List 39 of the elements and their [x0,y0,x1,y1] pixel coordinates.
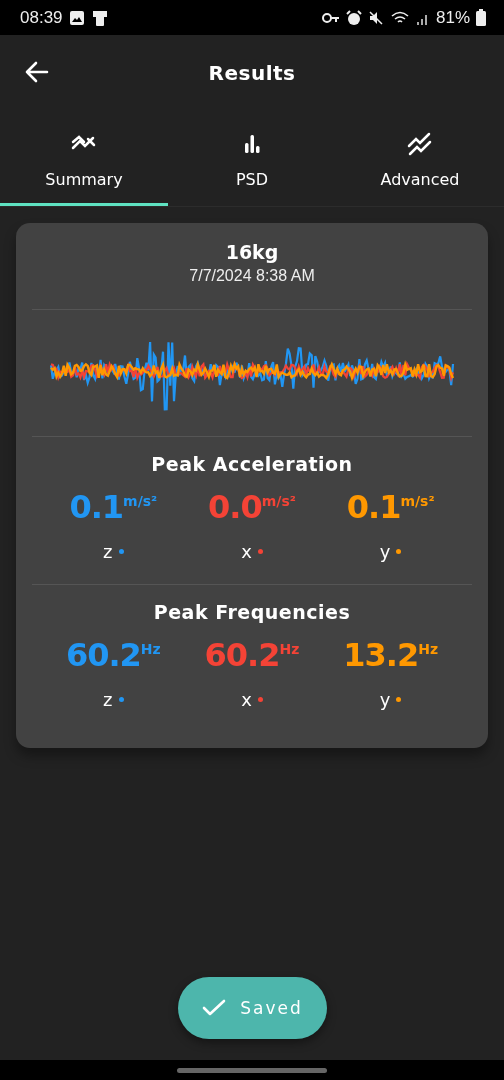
key-icon [321,11,340,24]
unit-label: Hz [418,641,439,657]
zigzag-icon [406,130,434,158]
reading-value: 60.2 [65,635,141,675]
alarm-icon [345,9,362,26]
card-title: 16kg [225,241,279,263]
axis-label: z [103,541,113,562]
reading-value: 0.1 [69,487,124,527]
unit-label: Hz [140,641,161,657]
tab[interactable]: PSD [168,110,336,206]
axis-label: y [379,689,391,710]
unit-label: m/s² [261,493,296,509]
mute-icon [367,9,384,26]
battery-percent: 81% [435,7,470,28]
back-button[interactable] [24,59,50,85]
reading-value: 0.0 [208,487,262,527]
unit-label: m/s² [400,493,435,509]
tab[interactable]: Summary [0,110,168,206]
timestamp: 7/7/2024 8:38 AM [189,267,315,285]
back-arrow-icon [24,59,50,85]
home-handle[interactable] [177,1068,327,1073]
reading-value: 60.2 [204,635,280,675]
section-title: Peak Frequencies [153,601,351,623]
section-title: Peak Acceleration [151,453,353,475]
unit-label: m/s² [123,493,158,509]
axis-label: x [241,541,252,562]
axis-label: z [103,689,113,710]
page-title: Results [208,60,296,85]
phone-icon [90,8,109,27]
reading-value: 13.2 [343,635,419,675]
axis-label: x [241,689,252,710]
axis-label: y [379,541,391,562]
status-time: 08:39 [20,7,63,28]
image-icon [68,9,85,26]
unit-label: Hz [279,641,300,657]
battery-icon [476,9,486,26]
tab[interactable]: Advanced [336,110,504,206]
checkmark-icon [202,999,227,1017]
reading-value: 0.1 [346,487,401,527]
